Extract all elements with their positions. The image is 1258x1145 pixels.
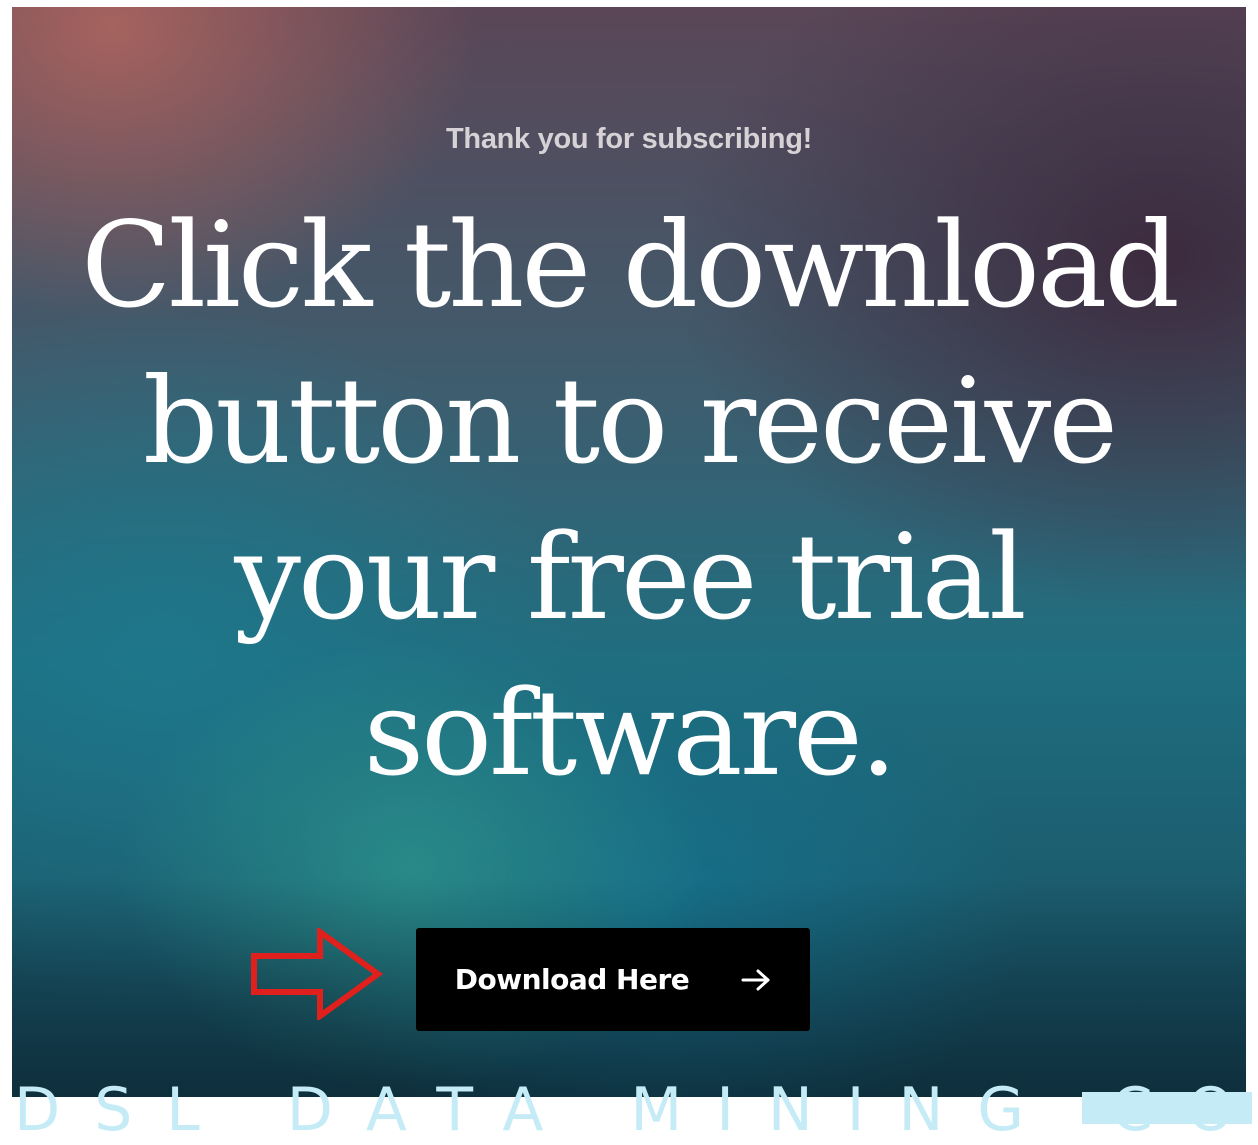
headline-line: your free trial <box>234 508 1027 646</box>
headline: Click the download button to receive you… <box>12 187 1246 811</box>
pointer-arrow-icon <box>251 928 384 1020</box>
download-button-label: Download Here <box>454 963 690 996</box>
headline-line: button to receive <box>142 352 1118 490</box>
headline-line: software. <box>363 664 898 802</box>
arrow-right-icon <box>741 969 770 990</box>
watermark-bar <box>1082 1092 1252 1124</box>
download-here-button[interactable]: Download Here <box>416 928 810 1031</box>
watermark-text: DSL DATA MINING CO. <box>14 1075 1258 1145</box>
subscription-thank-you-text: Thank you for subscribing! <box>445 123 812 155</box>
headline-line: Click the download <box>81 196 1180 334</box>
